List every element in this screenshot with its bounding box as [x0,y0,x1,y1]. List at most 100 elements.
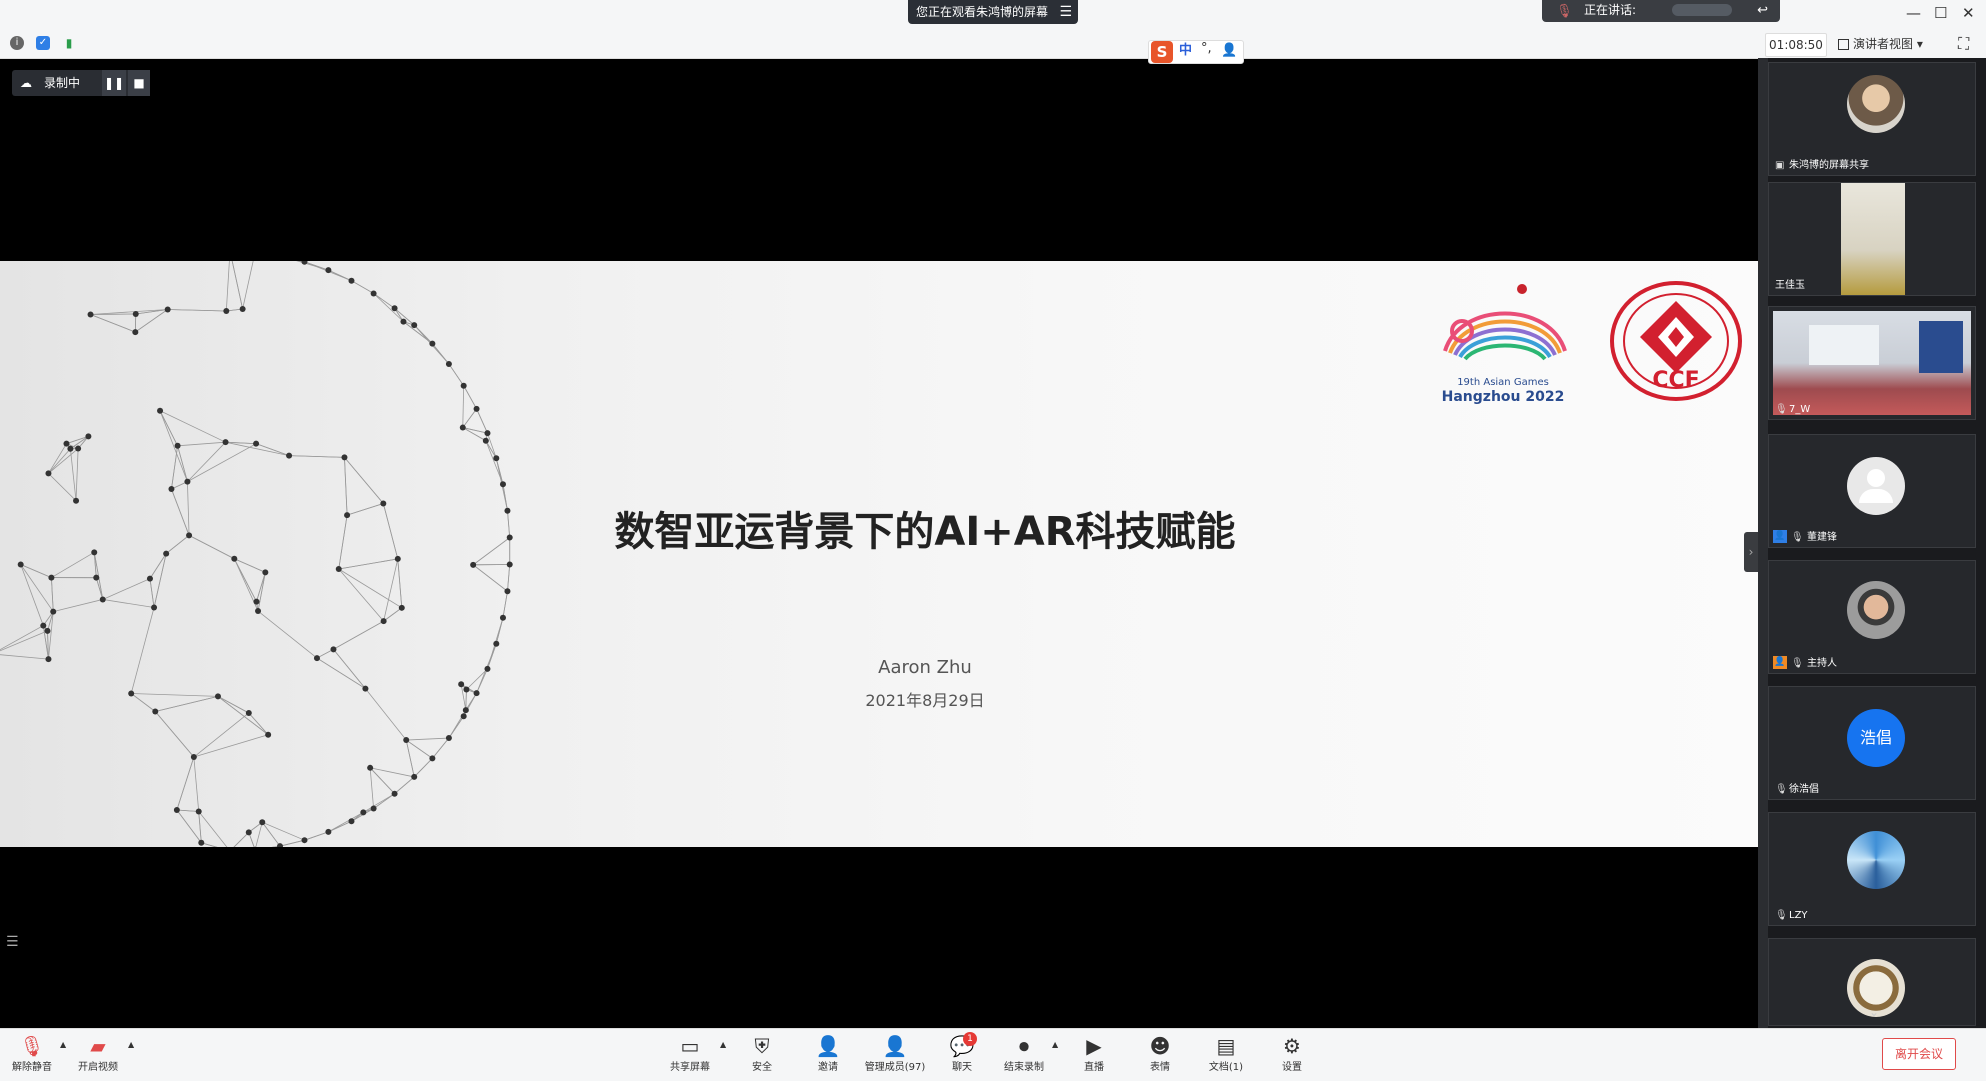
globe-edge [463,386,464,428]
user-icon[interactable]: 👤 [1221,41,1237,61]
video-options-caret[interactable]: ▲ [128,1040,134,1049]
fullscreen-icon[interactable]: ⛶ [1958,34,1969,54]
participant-tile[interactable]: 👤 🎙 主持人 [1768,560,1976,674]
reactions-button[interactable]: ☻ 表情 [1128,1034,1192,1073]
globe-node [262,569,268,575]
asian-games-logo [1430,271,1580,381]
microphone-muted-icon: 🎙 [0,1034,64,1058]
meeting-timer: 01:08:50 [1765,33,1827,57]
collapse-panel-button[interactable]: › [1744,532,1758,572]
participant-tile[interactable]: 浩倡 🎙 徐浩倡 [1768,686,1976,800]
invite-button[interactable]: 👤 邀请 [796,1034,860,1073]
live-button[interactable]: ▶ 直播 [1062,1034,1126,1073]
globe-edge [333,621,383,649]
leave-meeting-button[interactable]: 离开会议 [1882,1038,1956,1070]
menu-icon[interactable]: ☰ [1059,0,1072,24]
globe-node [429,341,435,347]
share-screen-button[interactable]: ▭ 共享屏幕 [658,1034,722,1073]
globe-node [446,735,452,741]
reactions-label: 表情 [1150,1062,1170,1073]
list-icon[interactable]: ☰ [6,934,19,950]
pause-recording-button[interactable]: ❚❚ [102,70,126,96]
globe-node [360,809,366,815]
globe-node [474,406,480,412]
screen-share-banner[interactable]: 您正在观看朱鸿博的屏幕 ☰ [908,0,1078,24]
globe-node [286,453,292,459]
globe-edge [177,757,194,810]
globe-node [45,470,51,476]
globe-node [50,609,56,615]
manage-members-button[interactable]: 👤 管理成员(97) [860,1034,930,1073]
globe-edge [496,618,503,644]
unmute-button[interactable]: 🎙 解除静音 [0,1034,64,1073]
participant-tile[interactable]: 王佳玉 [1768,182,1976,296]
globe-edge [194,713,249,757]
chat-unread-badge: 1 [963,1032,977,1046]
collapse-icon[interactable]: ↩ [1757,1,1768,21]
view-mode-dropdown[interactable]: 演讲者视图 ▾ [1838,33,1946,55]
recording-indicator: ☁ 录制中 ❚❚ ■ [12,70,150,96]
globe-edge [449,364,464,386]
globe-node [191,754,197,760]
slide-title: 数智亚运背景下的AI+AR科技赋能 [0,499,1758,557]
ime-toolbar[interactable]: S 中 °, 👤 [1148,40,1244,64]
globe-node [336,566,342,572]
globe-edge [234,559,265,573]
globe-edge [154,554,166,608]
maximize-button[interactable]: ☐ [1934,4,1947,22]
start-video-button[interactable]: ▰ 开启视频 [66,1034,130,1073]
participant-tile[interactable]: 🎙 7_W [1768,306,1976,420]
globe-node [18,562,24,568]
globe-node [371,290,377,296]
globe-node [133,311,139,317]
info-icon[interactable]: i [10,36,24,50]
globe-node [411,774,417,780]
participant-video [1841,183,1905,295]
globe-edge [328,812,363,832]
chat-label: 聊天 [952,1062,972,1073]
docs-label: 文档(1) [1209,1062,1243,1073]
globe-edge [103,599,154,607]
asian-games-text-2: Hangzhou 2022 [1430,389,1576,405]
chat-button[interactable]: 💬 聊天 [930,1034,994,1073]
stop-recording-button[interactable]: ■ [128,70,150,96]
globe-node [392,305,398,311]
globe-node [461,383,467,389]
settings-button[interactable]: ⚙ 设置 [1260,1034,1324,1073]
participant-tile[interactable]: ⌄ [1768,938,1976,1026]
chevron-down-icon[interactable]: ⌄ [1869,1005,1879,1019]
ime-punct[interactable]: °, [1201,39,1212,59]
panel-divider[interactable] [1758,58,1768,1028]
participant-tile[interactable]: 👤 🎙 董建锋 [1768,434,1976,548]
participant-tile[interactable]: 🎙 LZY [1768,812,1976,926]
minimize-button[interactable]: — [1906,4,1921,22]
close-button[interactable]: ✕ [1962,4,1975,22]
globe-node [259,819,265,825]
microphone-muted-icon: 🎙 [1775,404,1788,415]
chat-icon: 💬 [930,1034,994,1058]
participant-tile[interactable]: ▣ 朱鸿博的屏幕共享 [1768,62,1976,176]
globe-edge [194,757,199,811]
shield-icon[interactable]: ✓ [36,36,50,50]
globe-edge [48,473,76,500]
globe-edge [351,281,373,294]
participant-name: 朱鸿博的屏幕共享 [1789,156,1869,171]
signal-icon[interactable]: ▮ [62,36,76,50]
recording-options-caret[interactable]: ▲ [1052,1040,1058,1049]
manage-members-label: 管理成员(97) [865,1062,926,1073]
security-button[interactable]: ⛨ 安全 [730,1034,794,1073]
globe-node [75,446,81,452]
globe-node [461,713,467,719]
globe-edge [339,569,384,621]
globe-edge [370,768,394,794]
unmute-label: 解除静音 [12,1062,52,1073]
globe-edge [398,559,402,608]
end-recording-button[interactable]: ⏺ 结束录制 [992,1034,1056,1073]
docs-button[interactable]: ▤ 文档(1) [1194,1034,1258,1073]
globe-node [63,441,69,447]
share-options-caret[interactable]: ▲ [720,1040,726,1049]
participant-name: 王佳玉 [1775,276,1805,291]
globe-edge [0,631,47,654]
ime-mode[interactable]: 中 [1179,41,1192,61]
avatar [1847,581,1905,639]
